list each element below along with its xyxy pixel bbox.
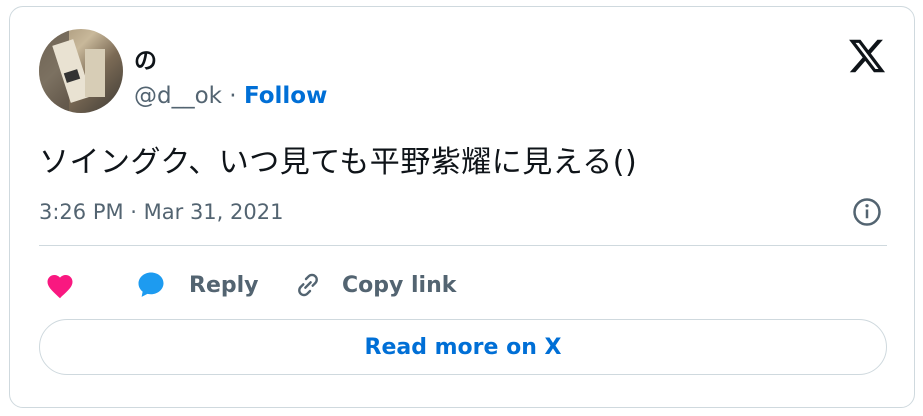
avatar-photo-box-2 [85,49,105,97]
follow-link[interactable]: Follow [244,83,327,109]
author-handle[interactable]: @d__ok [134,83,222,109]
copy-link-button[interactable]: Copy link [292,265,456,305]
x-logo-icon[interactable] [846,36,888,76]
link-icon [298,273,318,297]
like-button[interactable] [45,265,75,305]
info-icon[interactable] [852,197,882,227]
tweet-timestamp[interactable]: 3:26 PM · Mar 31, 2021 [39,200,283,224]
divider [39,245,887,246]
tweet-embed-card: の @d__ok · Follow ソイングク、いつ見ても平野紫耀に見える() … [9,6,915,408]
speech-bubble-icon [138,272,164,297]
handle-separator: · [222,83,244,109]
heart-icon [47,275,73,299]
read-more-button[interactable]: Read more on X [39,319,887,375]
copy-link-label: Copy link [342,272,457,298]
reply-button[interactable]: Reply [135,265,259,305]
author-handle-row: @d__ok · Follow [134,83,327,109]
reply-label: Reply [189,272,259,298]
avatar[interactable] [39,29,123,113]
author-display-name[interactable]: の [134,41,157,75]
tweet-text: ソイングク、いつ見ても平野紫耀に見える() [39,145,638,180]
